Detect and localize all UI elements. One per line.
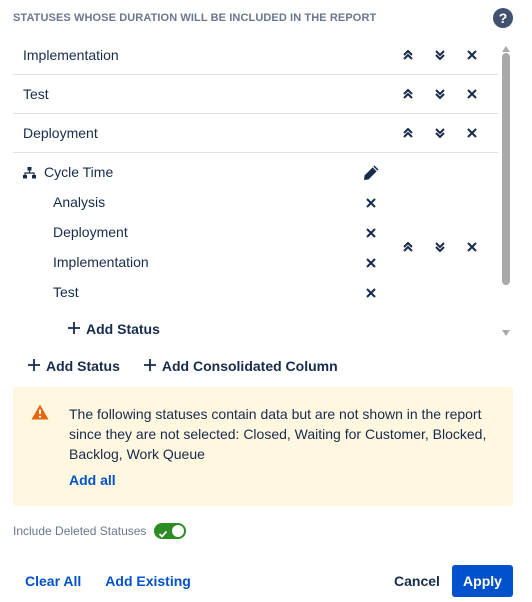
include-deleted-label: Include Deleted Statuses <box>13 524 147 538</box>
warning-text: The following statuses contain data but … <box>69 406 487 462</box>
clear-all-button[interactable]: Clear All <box>25 573 81 589</box>
status-row-implementation: Implementation <box>13 36 498 75</box>
add-actions: Add Status Add Consolidated Column <box>28 356 338 376</box>
status-label: Test <box>23 86 49 102</box>
plus-icon <box>28 358 40 374</box>
section-title: STATUSES WHOSE DURATION WILL BE INCLUDED… <box>13 12 377 24</box>
move-down-icon[interactable] <box>430 237 450 257</box>
add-existing-button[interactable]: Add Existing <box>105 573 191 589</box>
group-item-test: Test <box>53 281 383 305</box>
consolidated-column-group: Cycle Time Analysis Deployment Implement… <box>13 153 498 348</box>
plus-icon <box>143 358 156 374</box>
plus-icon <box>68 321 80 337</box>
add-consolidated-label: Add Consolidated Column <box>161 358 338 374</box>
close-icon[interactable] <box>462 84 482 104</box>
add-status-button[interactable]: Add Status <box>28 358 120 374</box>
move-up-icon[interactable] <box>398 237 418 257</box>
group-add-status-label: Add Status <box>86 321 160 337</box>
status-label: Deployment <box>23 125 98 141</box>
close-icon[interactable] <box>462 123 482 143</box>
group-label: Cycle Time <box>44 164 114 180</box>
pencil-icon[interactable] <box>361 162 381 182</box>
help-icon[interactable]: ? <box>493 8 513 28</box>
scrollbar-thumb[interactable] <box>502 53 510 285</box>
move-down-icon[interactable] <box>430 84 450 104</box>
section-header: STATUSES WHOSE DURATION WILL BE INCLUDED… <box>13 8 513 30</box>
move-up-icon[interactable] <box>398 84 418 104</box>
group-add-status-button[interactable]: Add Status <box>68 319 160 339</box>
group-item-label: Analysis <box>53 194 106 210</box>
group-item-label: Test <box>53 284 79 300</box>
status-list[interactable]: Implementation Test Deployment Cycle Tim… <box>13 36 498 348</box>
move-down-icon[interactable] <box>430 123 450 143</box>
add-consolidated-column-button[interactable]: Add Consolidated Column <box>143 358 338 374</box>
close-icon[interactable] <box>361 283 381 303</box>
group-item-analysis: Analysis <box>53 191 383 215</box>
warning-banner: The following statuses contain data but … <box>13 387 513 506</box>
move-down-icon[interactable] <box>430 45 450 65</box>
hierarchy-icon <box>23 166 36 184</box>
scroll-up-arrow-icon[interactable] <box>501 40 511 52</box>
status-row-test: Test <box>13 75 498 114</box>
move-up-icon[interactable] <box>398 45 418 65</box>
scrollbar[interactable] <box>501 40 511 336</box>
include-deleted-toggle[interactable] <box>154 523 187 539</box>
add-status-label: Add Status <box>46 358 120 374</box>
status-row-deployment: Deployment <box>13 114 498 153</box>
group-controls <box>13 237 498 257</box>
toggle-knob <box>172 525 185 537</box>
cancel-button[interactable]: Cancel <box>394 573 440 589</box>
footer-links: Clear All Add Existing <box>25 573 191 589</box>
close-icon[interactable] <box>361 193 381 213</box>
include-deleted-row: Include Deleted Statuses <box>13 522 187 540</box>
status-label: Implementation <box>23 47 119 63</box>
move-up-icon[interactable] <box>398 123 418 143</box>
add-all-link[interactable]: Add all <box>69 472 116 488</box>
scroll-down-arrow-icon[interactable] <box>501 324 511 336</box>
check-icon <box>158 526 168 544</box>
warning-triangle-icon <box>31 404 49 425</box>
close-icon[interactable] <box>462 237 482 257</box>
close-icon[interactable] <box>462 45 482 65</box>
apply-button[interactable]: Apply <box>452 565 513 597</box>
